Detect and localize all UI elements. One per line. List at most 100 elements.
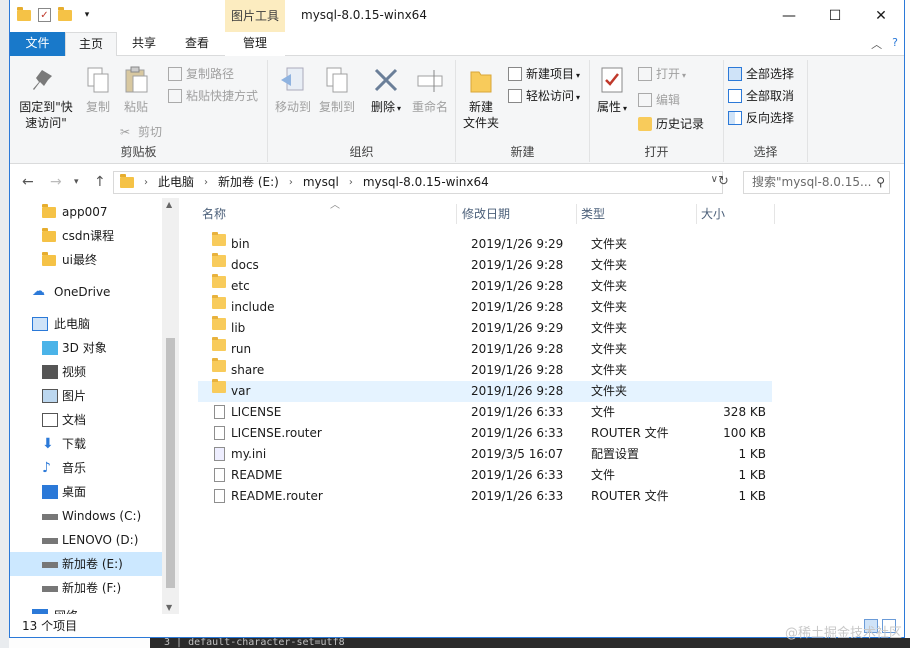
- properties-check-icon[interactable]: ✓: [38, 8, 51, 22]
- organize-group-label: 组织: [349, 145, 374, 159]
- chevron-right-icon[interactable]: ›: [200, 172, 212, 193]
- scroll-up-icon[interactable]: ▲: [166, 200, 172, 209]
- recent-locations-chevron-icon[interactable]: ▾: [74, 177, 79, 187]
- new-folder-icon[interactable]: [57, 6, 73, 23]
- nav-item-onedrive[interactable]: ☁ OneDrive: [10, 280, 162, 304]
- copy-path-button[interactable]: 复制路径: [166, 64, 234, 84]
- new-folder-button[interactable]: 新建 文件夹: [460, 64, 502, 131]
- help-icon[interactable]: ?: [892, 36, 898, 52]
- table-row[interactable]: my.ini 2019/3/5 16:07 配置设置 1 KB: [198, 444, 772, 465]
- new-item-button[interactable]: 新建项目 ▾: [506, 64, 580, 84]
- chevron-right-icon[interactable]: ›: [285, 172, 297, 193]
- file-modified: 2019/1/26 6:33: [471, 489, 564, 503]
- desktop-icon: [42, 485, 58, 499]
- nav-item-this-pc[interactable]: 此电脑: [10, 312, 162, 336]
- maximize-button[interactable]: ☐: [812, 0, 858, 32]
- history-button[interactable]: 历史记录: [636, 114, 704, 134]
- nav-item-network[interactable]: 网络: [10, 604, 162, 614]
- nav-scrollbar[interactable]: ▲ ▼: [162, 198, 179, 614]
- pin-quick-access-button[interactable]: 固定到"快速访问": [14, 64, 78, 131]
- column-header-name[interactable]: 名称: [202, 202, 226, 226]
- table-row[interactable]: lib 2019/1/26 9:29 文件夹: [198, 316, 772, 339]
- column-header-modified[interactable]: 修改日期: [462, 202, 510, 226]
- refresh-icon[interactable]: ↻: [718, 174, 729, 189]
- document-icon: [42, 413, 58, 427]
- nav-item-desktop[interactable]: 桌面: [10, 480, 162, 504]
- nav-item-drive-e[interactable]: 新加卷 (E:): [10, 552, 162, 576]
- context-tab-picture-tools[interactable]: 图片工具: [225, 0, 285, 32]
- chevron-right-icon[interactable]: ›: [345, 172, 357, 193]
- table-row[interactable]: include 2019/1/26 9:28 文件夹: [198, 295, 772, 318]
- customize-toolbar-icon[interactable]: ▾: [79, 7, 95, 23]
- column-divider[interactable]: [576, 204, 577, 224]
- nav-item-drive-c[interactable]: Windows (C:): [10, 504, 162, 528]
- table-row[interactable]: LICENSE 2019/1/26 6:33 文件 328 KB: [198, 402, 772, 423]
- table-row[interactable]: run 2019/1/26 9:28 文件夹: [198, 337, 772, 360]
- table-row[interactable]: README 2019/1/26 6:33 文件 1 KB: [198, 465, 772, 486]
- rename-button[interactable]: 重命名: [410, 64, 450, 115]
- up-arrow-icon[interactable]: ↑: [94, 174, 106, 190]
- edit-button[interactable]: 编辑: [636, 90, 680, 110]
- breadcrumb-current[interactable]: mysql-8.0.15-winx64: [357, 172, 495, 193]
- breadcrumb-this-pc[interactable]: 此电脑: [152, 172, 200, 193]
- column-divider[interactable]: [774, 204, 775, 224]
- nav-item-app007[interactable]: app007: [10, 200, 162, 224]
- column-divider[interactable]: [696, 204, 697, 224]
- tab-share[interactable]: 共享: [120, 32, 168, 56]
- move-to-button[interactable]: 移动到: [274, 64, 312, 115]
- properties-button[interactable]: 属性 ▾: [594, 64, 630, 117]
- select-none-button[interactable]: 全部取消: [726, 86, 794, 106]
- nav-item-drive-d[interactable]: LENOVO (D:): [10, 528, 162, 552]
- breadcrumb-mysql[interactable]: mysql: [297, 172, 345, 193]
- nav-item-3d-objects[interactable]: 3D 对象: [10, 336, 162, 360]
- table-row[interactable]: share 2019/1/26 9:28 文件夹: [198, 358, 772, 381]
- nav-item-music[interactable]: ♪ 音乐: [10, 456, 162, 480]
- cut-button[interactable]: ✂ 剪切: [118, 122, 162, 142]
- open-button[interactable]: 打开 ▾: [636, 64, 686, 84]
- file-name: share: [231, 363, 265, 377]
- tab-home[interactable]: 主页: [65, 32, 117, 57]
- forward-arrow-icon[interactable]: →: [50, 174, 62, 190]
- tab-view[interactable]: 查看: [172, 32, 222, 56]
- address-bar[interactable]: › 此电脑 › 新加卷 (E:) › mysql › mysql-8.0.15-…: [113, 171, 723, 194]
- nav-item-ui[interactable]: ui最终: [10, 248, 162, 272]
- table-row[interactable]: docs 2019/1/26 9:28 文件夹: [198, 253, 772, 276]
- column-divider[interactable]: [456, 204, 457, 224]
- easy-access-button[interactable]: 轻松访问 ▾: [506, 86, 580, 106]
- nav-item-documents[interactable]: 文档: [10, 408, 162, 432]
- copy-button[interactable]: 复制: [78, 64, 118, 115]
- paste-button[interactable]: 粘贴: [116, 64, 156, 115]
- tab-manage[interactable]: 管理: [225, 32, 285, 56]
- nav-scrollbar-thumb[interactable]: [166, 338, 175, 588]
- copy-to-button[interactable]: 复制到: [318, 64, 356, 115]
- table-row[interactable]: etc 2019/1/26 9:28 文件夹: [198, 274, 772, 297]
- folder-icon[interactable]: [16, 6, 32, 23]
- nav-item-downloads[interactable]: ⬇ 下载: [10, 432, 162, 456]
- breadcrumb-drive-e[interactable]: 新加卷 (E:): [212, 172, 285, 193]
- table-row[interactable]: var 2019/1/26 9:28 文件夹: [198, 379, 772, 402]
- nav-item-csdn[interactable]: csdn课程: [10, 224, 162, 248]
- column-header-type[interactable]: 类型: [581, 202, 605, 226]
- title-bar: ✓ ▾ 图片工具 mysql-8.0.15-winx64 — ☐ ✕: [10, 0, 904, 32]
- paste-shortcut-button[interactable]: 粘贴快捷方式: [166, 86, 258, 106]
- table-row[interactable]: README.router 2019/1/26 6:33 ROUTER 文件 1 KB: [198, 486, 772, 507]
- move-to-icon: [277, 64, 309, 96]
- scroll-down-icon[interactable]: ▼: [166, 603, 172, 612]
- table-row[interactable]: bin 2019/1/26 9:29 文件夹: [198, 232, 772, 255]
- search-input[interactable]: 搜索"mysql-8.0.15... ⚲: [743, 171, 890, 194]
- nav-item-pictures[interactable]: 图片: [10, 384, 162, 408]
- select-all-button[interactable]: 全部选择: [726, 64, 794, 84]
- nav-item-videos[interactable]: 视频: [10, 360, 162, 384]
- column-header-size[interactable]: 大小: [701, 202, 725, 226]
- back-arrow-icon[interactable]: ←: [22, 174, 34, 190]
- table-row[interactable]: LICENSE.router 2019/1/26 6:33 ROUTER 文件 100…: [198, 423, 772, 444]
- delete-button[interactable]: 删除 ▾: [368, 64, 404, 117]
- collapse-ribbon-icon[interactable]: ︿: [871, 36, 882, 52]
- address-dropdown-icon[interactable]: ∨: [711, 174, 718, 185]
- chevron-right-icon[interactable]: ›: [140, 172, 152, 193]
- nav-item-drive-f[interactable]: 新加卷 (F:): [10, 576, 162, 600]
- close-button[interactable]: ✕: [858, 0, 904, 32]
- minimize-button[interactable]: —: [766, 0, 812, 32]
- invert-selection-button[interactable]: 反向选择: [726, 108, 794, 128]
- tab-file[interactable]: 文件: [10, 32, 65, 56]
